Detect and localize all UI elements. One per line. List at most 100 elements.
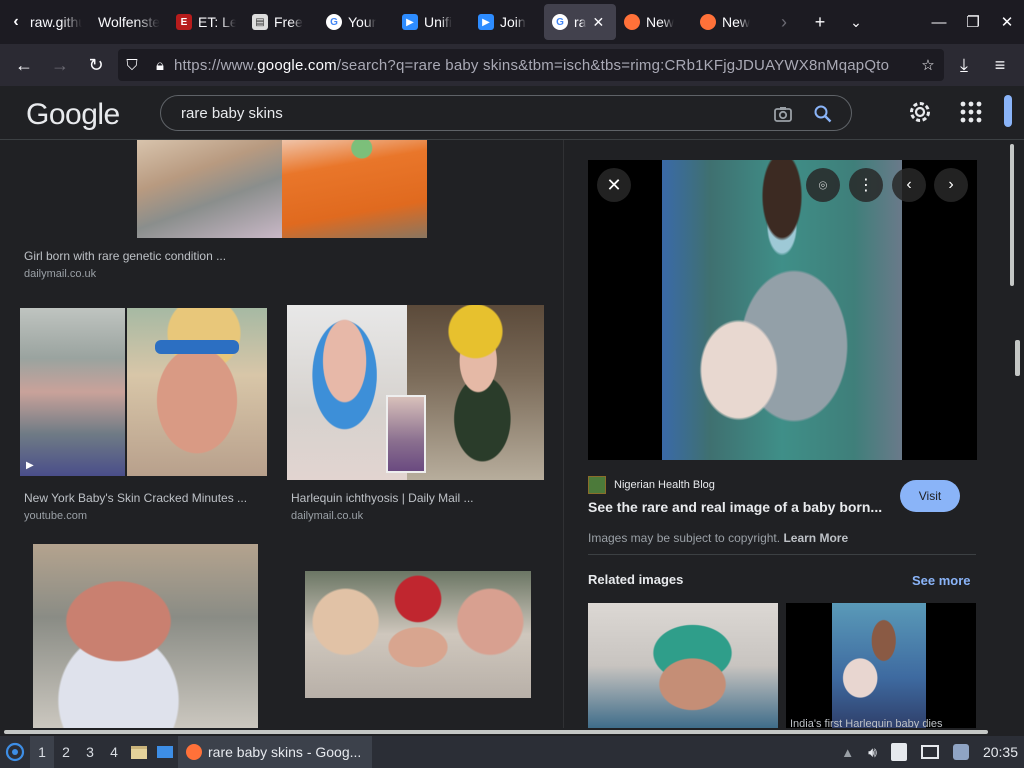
search-box[interactable]: rare baby skins: [160, 95, 852, 131]
clock[interactable]: 20:35: [983, 744, 1018, 760]
result-caption[interactable]: New York Baby's Skin Cracked Minutes ...: [24, 491, 247, 505]
result-image[interactable]: [33, 544, 258, 728]
result-image[interactable]: ▶: [20, 308, 125, 476]
result-caption[interactable]: Girl born with rare genetic condition ..…: [24, 249, 226, 263]
camera-icon[interactable]: [773, 104, 793, 124]
tab-title: Free: [274, 14, 303, 30]
tab[interactable]: ‹ raw.githubusercontent.com: [0, 4, 90, 40]
related-image-photo: [832, 603, 926, 728]
result-image[interactable]: [407, 305, 544, 480]
tab[interactable]: New: [692, 4, 766, 40]
result-image[interactable]: [305, 571, 531, 698]
url-bar[interactable]: ⛉ 🔒︎ https://www.google.com/search?q=rar…: [118, 49, 944, 81]
preview-title[interactable]: See the rare and real image of a baby bo…: [588, 499, 888, 515]
tab-title: raw.githubusercontent.com: [30, 14, 82, 30]
tab[interactable]: ▤ Free: [244, 4, 318, 40]
start-menu-icon[interactable]: [0, 736, 30, 768]
restore-icon[interactable]: ❐: [956, 13, 990, 31]
list-tabs-icon[interactable]: ⌄: [838, 4, 874, 40]
visit-button[interactable]: Visit: [900, 480, 960, 512]
next-icon[interactable]: ›: [934, 168, 968, 202]
tray-expand-icon[interactable]: ▲: [841, 745, 854, 760]
system-tray: ▲ 🔊︎ 20:35: [841, 736, 1024, 768]
close-preview-icon[interactable]: ✕: [597, 168, 631, 202]
image-results: Girl born with rare genetic condition ..…: [0, 140, 563, 728]
url-text[interactable]: https://www.google.com/search?q=rare bab…: [174, 57, 912, 74]
tab-title: Wolfenstein: [98, 14, 160, 30]
minimize-icon[interactable]: —: [922, 14, 956, 31]
url-domain: google.com: [257, 56, 337, 74]
close-tab-icon[interactable]: ✕: [592, 14, 604, 31]
search-icon[interactable]: [813, 104, 833, 124]
tab-title: Join: [500, 14, 526, 30]
desktop-icon[interactable]: [152, 736, 178, 768]
apps-grid-icon[interactable]: [957, 98, 985, 126]
scrollbar-thumb[interactable]: [1015, 340, 1020, 376]
preview-source[interactable]: Nigerian Health Blog: [588, 476, 715, 494]
result-image[interactable]: [127, 308, 267, 476]
back-arrow-icon[interactable]: ←: [6, 47, 42, 83]
more-options-icon[interactable]: ⋮: [849, 168, 883, 202]
scroll-tabs-right-icon[interactable]: ›: [766, 4, 802, 40]
related-image[interactable]: [588, 603, 778, 728]
lens-icon[interactable]: ⌾: [806, 168, 840, 202]
previous-icon[interactable]: ‹: [892, 168, 926, 202]
tab-title: New: [646, 14, 675, 30]
downloads-icon[interactable]: ⤓: [946, 47, 982, 83]
google-header: Google rare baby skins: [0, 86, 1024, 140]
clipboard-icon[interactable]: [890, 743, 907, 761]
see-more-link[interactable]: See more: [912, 573, 971, 588]
tab-active[interactable]: G ra ✕: [544, 4, 616, 40]
tab-title: ET: Legacy: [198, 14, 236, 30]
workspace-2[interactable]: 2: [54, 736, 78, 768]
preview-image-frame: ✕ ⌾ ⋮ ‹ ›: [588, 160, 977, 460]
related-image[interactable]: [786, 603, 976, 728]
vertical-scrollbar[interactable]: [1004, 140, 1024, 728]
gear-icon[interactable]: [906, 98, 934, 126]
headband: [155, 340, 239, 354]
learn-more-link[interactable]: Learn More: [783, 531, 848, 545]
workspace-3[interactable]: 3: [78, 736, 102, 768]
preview-image[interactable]: [662, 160, 902, 460]
tab[interactable]: New: [616, 4, 692, 40]
tab[interactable]: E ET: Legacy: [168, 4, 244, 40]
tab[interactable]: ▶ Unifi: [394, 4, 470, 40]
workspace-4[interactable]: 4: [102, 736, 126, 768]
tab[interactable]: G Your: [318, 4, 394, 40]
result-image[interactable]: [137, 140, 282, 238]
navigation-toolbar: ← → ↻ ⛉ 🔒︎ https://www.google.com/search…: [0, 44, 1024, 86]
menu-icon[interactable]: ≡: [982, 47, 1018, 83]
reload-icon[interactable]: ↻: [78, 47, 114, 83]
new-tab-icon[interactable]: +: [802, 4, 838, 40]
file-manager-icon[interactable]: [126, 736, 152, 768]
taskbar: 1 2 3 4 rare baby skins - Goog... ▲ 🔊︎ 2…: [0, 736, 1024, 768]
etl-icon: E: [176, 14, 192, 30]
close-window-icon[interactable]: ✕: [990, 13, 1024, 31]
zoom-icon: ▶: [402, 14, 418, 30]
lock-icon[interactable]: 🔒︎: [146, 57, 174, 74]
related-caption[interactable]: India's first Harlequin baby dies: [790, 718, 943, 728]
url-prefix: https://www.: [174, 56, 258, 74]
google-logo[interactable]: Google: [26, 98, 120, 132]
tab[interactable]: ▶ Join: [470, 4, 544, 40]
result-caption[interactable]: Harlequin ichthyosis | Daily Mail ...: [291, 491, 474, 505]
horizontal-scrollbar[interactable]: [0, 728, 1024, 736]
shield-icon[interactable]: ⛉: [118, 57, 146, 74]
bookmark-star-icon[interactable]: ☆: [912, 56, 944, 74]
result-image[interactable]: [282, 140, 427, 238]
scrollbar-thumb[interactable]: [1010, 144, 1014, 286]
forward-arrow-icon[interactable]: →: [42, 47, 78, 83]
tab[interactable]: Wolfenstein: [90, 4, 168, 40]
taskbar-window-button[interactable]: rare baby skins - Goog...: [178, 736, 372, 768]
volume-icon[interactable]: 🔊︎: [868, 744, 877, 761]
tab-title: New: [722, 14, 751, 30]
workspace-1[interactable]: 1: [30, 736, 54, 768]
scrollbar-thumb[interactable]: [4, 730, 988, 734]
google-icon: G: [326, 14, 342, 30]
url-path: /search?q=rare baby skins&tbm=isch&tbs=r…: [336, 56, 890, 74]
network-icon[interactable]: [920, 745, 939, 759]
play-icon: ▶: [26, 460, 34, 471]
tab-title: Unifi: [424, 14, 453, 30]
search-input[interactable]: rare baby skins: [181, 105, 283, 122]
updates-icon[interactable]: [952, 744, 969, 760]
